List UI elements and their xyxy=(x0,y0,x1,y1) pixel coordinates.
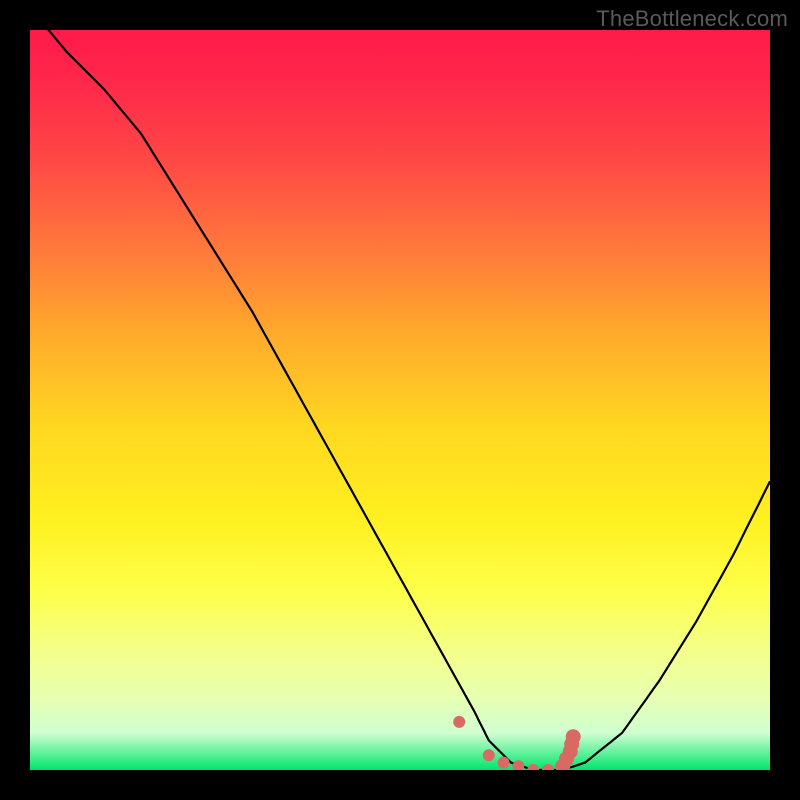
bottleneck-chart xyxy=(30,30,770,770)
plot-area xyxy=(30,30,770,770)
highlight-dot xyxy=(498,757,510,769)
attribution-text: TheBottleneck.com xyxy=(596,6,788,32)
highlight-dot xyxy=(566,729,581,744)
highlight-points xyxy=(453,716,581,770)
highlight-dot xyxy=(542,764,554,770)
highlight-dot xyxy=(483,749,495,761)
highlight-dot xyxy=(527,764,539,770)
bottleneck-curve-line xyxy=(30,30,770,770)
highlight-dot xyxy=(512,760,524,770)
highlight-dot xyxy=(453,716,465,728)
